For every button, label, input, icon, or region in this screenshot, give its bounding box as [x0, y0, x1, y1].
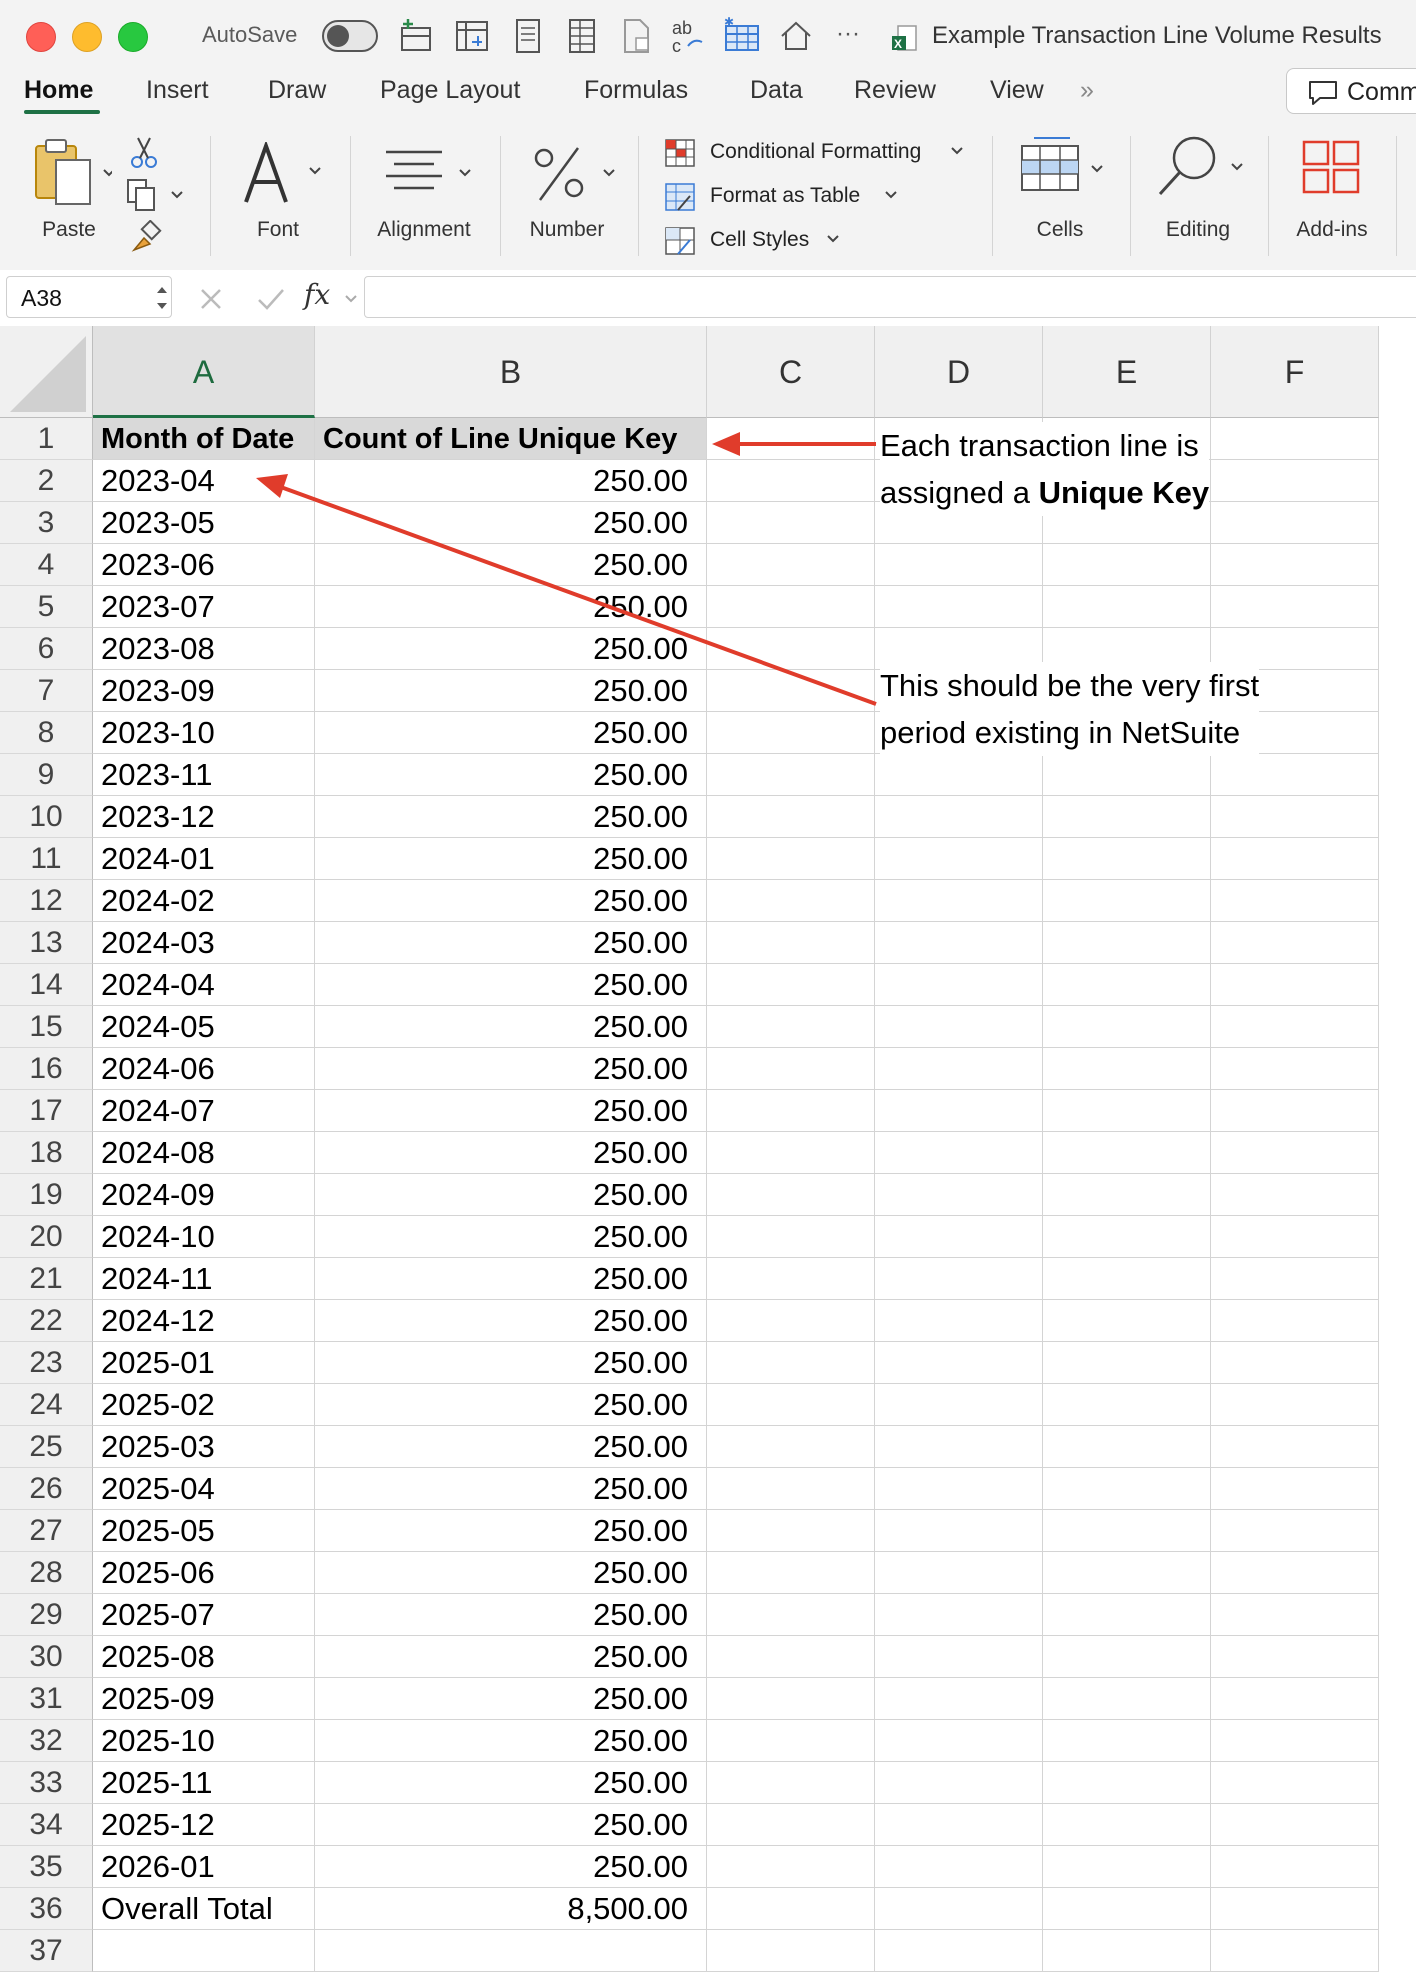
- paste-label: Paste: [42, 218, 96, 241]
- ribbon-separator: [638, 136, 639, 256]
- home-icon[interactable]: [776, 16, 816, 56]
- formula-bar: A38 fx: [0, 270, 1416, 327]
- editing-label: Editing: [1165, 218, 1231, 241]
- tab-view[interactable]: View: [990, 72, 1044, 126]
- conditional-formatting-label: Conditional Formatting: [710, 140, 922, 163]
- svg-text:X: X: [894, 37, 902, 51]
- autosave-toggle[interactable]: [322, 20, 378, 52]
- paste-button[interactable]: Paste: [28, 138, 118, 250]
- tab-formulas[interactable]: Formulas: [584, 72, 688, 126]
- comments-button[interactable]: Comm: [1286, 68, 1416, 114]
- cell-styles-label: Cell Styles: [710, 228, 810, 251]
- ribbon-separator: [992, 136, 993, 256]
- tab-home[interactable]: Home: [24, 72, 93, 126]
- svg-text:✱: ✱: [724, 16, 734, 29]
- formula-input[interactable]: [364, 276, 1416, 318]
- tab-draw[interactable]: Draw: [268, 72, 326, 126]
- fx-icon[interactable]: fx: [304, 278, 330, 311]
- table-icon[interactable]: ✱: [722, 16, 762, 56]
- search-icon: [1158, 136, 1243, 196]
- ribbon-separator: [350, 136, 351, 256]
- spelling-icon[interactable]: ab c: [668, 16, 708, 56]
- new-sheet-icon[interactable]: [396, 16, 436, 56]
- close-window-button[interactable]: [26, 22, 56, 52]
- excel-file-icon: X: [892, 25, 917, 51]
- addins-icon: [1302, 140, 1360, 194]
- paste-icon: [35, 139, 112, 205]
- alignment-button[interactable]: Alignment: [366, 138, 486, 250]
- alignment-icon: [386, 150, 471, 190]
- ribbon-separator: [210, 136, 211, 256]
- stepper-icon: [157, 287, 167, 309]
- maximize-window-button[interactable]: [118, 22, 148, 52]
- ribbon-separator: [1130, 136, 1131, 256]
- percent-icon: [534, 147, 615, 201]
- chevron-down-icon: [885, 191, 897, 199]
- comments-label: Comm: [1347, 78, 1416, 106]
- svg-text:c: c: [672, 36, 681, 56]
- comment-icon: [1309, 81, 1337, 105]
- active-tab-indicator: [24, 110, 100, 114]
- tab-insert[interactable]: Insert: [146, 72, 209, 126]
- toggle-knob-icon: [327, 25, 349, 47]
- tab-page-layout[interactable]: Page Layout: [380, 72, 520, 126]
- ribbon: Paste Font Alignment Number Conditional …: [0, 126, 1416, 271]
- arrow-unique-key: [712, 432, 876, 456]
- page-icon[interactable]: [508, 16, 548, 56]
- more-commands-icon[interactable]: ···: [836, 20, 860, 48]
- format-painter-icon[interactable]: [128, 220, 162, 254]
- cell-styles-button[interactable]: Cell Styles: [664, 224, 984, 260]
- ribbon-overflow-icon[interactable]: »: [1080, 72, 1094, 126]
- tab-data[interactable]: Data: [750, 72, 803, 126]
- copy-icon[interactable]: [126, 178, 188, 212]
- confirm-icon[interactable]: [256, 286, 286, 312]
- doc-icon[interactable]: [616, 16, 656, 56]
- pivot-icon[interactable]: [452, 16, 492, 56]
- number-button[interactable]: Number: [514, 138, 624, 250]
- cancel-icon[interactable]: [198, 286, 224, 312]
- cells-label: Cells: [1036, 218, 1084, 241]
- name-box-value: A38: [21, 285, 62, 311]
- cells-button[interactable]: Cells: [1010, 134, 1110, 252]
- number-label: Number: [529, 218, 605, 241]
- worksheet-grid[interactable]: ABCDEF 1 Month of Date Count of Line Uniqu…: [0, 326, 1416, 1972]
- conditional-formatting-button[interactable]: Conditional Formatting: [664, 136, 984, 172]
- ribbon-tab-bar: Home Insert Draw Page Layout Formulas Da…: [0, 72, 1416, 126]
- cell-styles-icon: [665, 227, 695, 255]
- cells-icon: [1021, 137, 1103, 191]
- chevron-down-icon[interactable]: [344, 294, 358, 304]
- addins-button[interactable]: Add-ins: [1282, 134, 1382, 252]
- font-icon: [244, 142, 321, 203]
- ribbon-separator: [500, 136, 501, 256]
- cut-icon[interactable]: [128, 136, 160, 170]
- svg-text:ab: ab: [672, 18, 692, 38]
- title-bar: AutoSave ab c ✱ ··· X Example Transactio…: [0, 0, 1416, 72]
- autosave-label: AutoSave: [202, 22, 298, 47]
- chevron-down-icon: [827, 235, 839, 243]
- sheet-icon[interactable]: [562, 16, 602, 56]
- font-label: Font: [256, 218, 300, 241]
- minimize-window-button[interactable]: [72, 22, 102, 52]
- tab-review[interactable]: Review: [854, 72, 936, 126]
- format-as-table-button[interactable]: Format as Table: [664, 180, 984, 216]
- conditional-formatting-icon: [665, 139, 695, 167]
- ribbon-separator: [1268, 136, 1269, 256]
- alignment-label: Alignment: [377, 218, 471, 241]
- chevron-down-icon: [951, 147, 963, 155]
- editing-button[interactable]: Editing: [1148, 134, 1258, 252]
- format-as-table-label: Format as Table: [710, 184, 861, 207]
- addins-label: Add-ins: [1296, 218, 1368, 241]
- arrow-first-period: [256, 474, 877, 706]
- font-button[interactable]: Font: [230, 138, 330, 250]
- document-title: Example Transaction Line Volume Results: [932, 22, 1382, 49]
- format-table-icon: [665, 183, 695, 211]
- name-box[interactable]: A38: [6, 276, 172, 318]
- annotation-arrows: [256, 432, 877, 706]
- ribbon-separator: [1396, 136, 1397, 256]
